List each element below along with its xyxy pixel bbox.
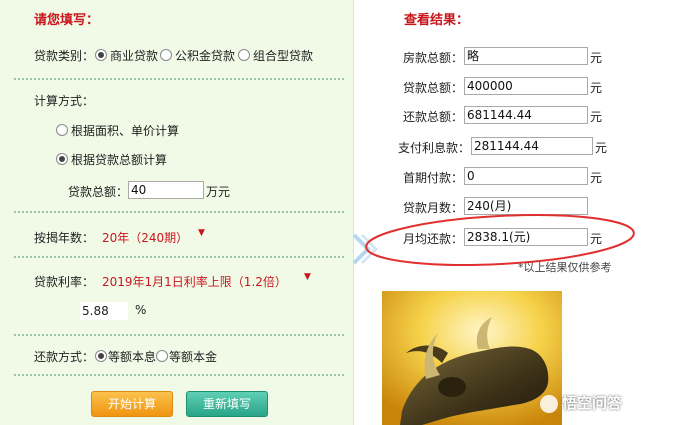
rate-number-input[interactable]: 5.88 — [80, 302, 128, 320]
result-house-total: 略 — [464, 47, 588, 65]
mortgage-years-select[interactable]: 20年（240期） — [102, 229, 188, 246]
result-unit: 元 — [590, 81, 603, 95]
radio-commercial-loan[interactable] — [95, 49, 107, 61]
result-label-house-total: 房款总额： — [402, 51, 463, 65]
dotted-separator — [14, 374, 344, 376]
dropdown-arrow-icon[interactable]: ▼ — [198, 228, 205, 238]
result-unit: 元 — [590, 110, 603, 124]
radio-provident-loan[interactable] — [160, 49, 172, 61]
watermark-text: 悟空问答 — [562, 394, 623, 412]
result-interest: 281144.44 — [471, 137, 593, 155]
result-label-loan-total: 贷款总额： — [402, 81, 463, 95]
rate-label: 贷款利率： — [34, 275, 95, 289]
reset-button[interactable]: 重新填写 — [186, 391, 268, 417]
start-calc-button[interactable]: 开始计算 — [91, 391, 173, 417]
result-unit: 元 — [590, 171, 603, 185]
dotted-separator — [14, 78, 344, 80]
loan-total-label: 贷款总额： — [68, 185, 129, 199]
dotted-separator — [14, 334, 344, 336]
result-label-repay-total: 还款总额： — [402, 110, 463, 124]
repay-method-label: 还款方式： — [34, 350, 95, 364]
loan-type-commercial[interactable]: 商业贷款 — [110, 47, 158, 64]
radio-combined-loan[interactable] — [238, 49, 250, 61]
radio-by-area[interactable] — [56, 124, 68, 136]
result-unit: 元 — [590, 51, 603, 65]
loan-type-provident[interactable]: 公积金贷款 — [175, 47, 235, 64]
result-title: 查看结果： — [404, 13, 470, 28]
radio-equal-principal[interactable] — [156, 350, 168, 362]
dropdown-arrow-icon[interactable]: ▼ — [304, 272, 311, 282]
loan-type-combined[interactable]: 组合型贷款 — [253, 47, 313, 64]
result-repay-total: 681144.44 — [464, 106, 588, 124]
calc-method-label: 计算方式： — [34, 94, 95, 108]
rate-select[interactable]: 2019年1月1日利率上限（1.2倍） — [102, 273, 287, 290]
repay-option-installment[interactable]: 等额本息 — [108, 348, 156, 365]
loan-total-input[interactable]: 40 — [128, 181, 204, 199]
result-down-payment: 0 — [464, 167, 588, 185]
panel-divider — [353, 0, 354, 425]
mortgage-years-label: 按揭年数： — [34, 231, 95, 245]
loan-type-label: 贷款类别： — [34, 49, 95, 63]
repay-option-principal[interactable]: 等额本金 — [169, 348, 217, 365]
rate-unit: % — [135, 303, 147, 317]
result-label-interest: 支付利息款： — [397, 141, 470, 155]
result-unit: 元 — [595, 141, 608, 155]
loan-total-unit: 万元 — [206, 185, 231, 199]
radio-by-total[interactable] — [56, 153, 68, 165]
bull-image — [382, 291, 562, 425]
form-title: 请您填写： — [34, 13, 100, 28]
radio-equal-installment[interactable] — [95, 350, 107, 362]
watermark: 悟空问答 — [540, 392, 622, 413]
result-label-down-payment: 首期付款： — [402, 171, 463, 185]
calc-option-total[interactable]: 根据贷款总额计算 — [71, 151, 167, 168]
result-note: *以上结果仅供参考 — [518, 261, 612, 274]
watermark-logo-icon — [540, 394, 558, 413]
dotted-separator — [14, 256, 344, 258]
dotted-separator — [14, 211, 344, 213]
result-loan-total: 400000 — [464, 77, 588, 95]
calc-option-area[interactable]: 根据面积、单价计算 — [71, 122, 179, 139]
